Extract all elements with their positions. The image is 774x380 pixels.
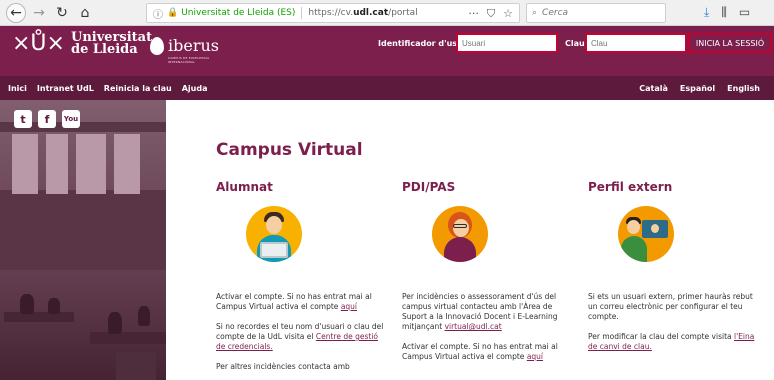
alumnat-other-text: Per altres incidències contacta amb [216, 362, 350, 371]
iberus-drop-icon [150, 36, 164, 55]
page-actions-icon[interactable]: ··· [468, 7, 479, 21]
extern-heading: Perfil extern [588, 180, 673, 194]
external-user-avatar-icon [618, 206, 674, 262]
browser-toolbar: ← → ↻ ⌂ ⓘ 🔒 Universitat de Lleida (ES) h… [0, 0, 774, 26]
nav-inici[interactable]: Inici [8, 84, 27, 93]
support-email-link[interactable]: virtual@udl.cat [445, 322, 502, 331]
pdi-pas-heading: PDI/PAS [402, 180, 456, 194]
lang-english[interactable]: English [727, 84, 760, 93]
alumnat-column: Alumnat Activar el compte. Si no has ent… [216, 180, 386, 372]
staff-avatar-icon [432, 206, 488, 262]
lock-icon: 🔒 [167, 8, 179, 18]
pocket-icon[interactable]: ⛉ [487, 7, 495, 21]
page-title: Campus Virtual [216, 140, 363, 160]
browser-search-input[interactable]: ⌕ Cerca [526, 3, 666, 23]
back-icon[interactable]: ← [6, 2, 26, 23]
info-icon[interactable]: ⓘ [153, 6, 163, 21]
bookmark-star-icon[interactable]: ☆ [503, 7, 513, 21]
url-text: https://cv.udl.cat/portal [308, 8, 418, 18]
search-icon: ⌕ [532, 8, 538, 18]
download-icon[interactable]: ⤓ [704, 5, 709, 20]
url-bar[interactable]: ⓘ 🔒 Universitat de Lleida (ES) https://c… [146, 3, 520, 23]
nav-reset-password[interactable]: Reinicia la clau [104, 84, 172, 93]
alumnat-activate-link[interactable]: aquí [341, 302, 357, 311]
social-links: t f You [14, 110, 80, 128]
reload-icon[interactable]: ↻ [52, 3, 72, 23]
pdi-activate-link[interactable]: aquí [527, 352, 543, 361]
facebook-icon[interactable]: f [38, 110, 56, 128]
forward-icon[interactable]: → [29, 3, 49, 23]
sidebar-icon[interactable]: ▭ [739, 5, 750, 20]
lang-catala[interactable]: Català [639, 84, 668, 93]
login-button[interactable]: INICIA LA SESSIÓ [688, 33, 772, 53]
alumnat-credentials-text: Si no recordes el teu nom d'usuari o cla… [216, 322, 384, 351]
iberus-logo[interactable]: iberus CAMPUS DE EXCELENCIA INTERNACIONA… [150, 36, 219, 64]
home-icon[interactable]: ⌂ [75, 3, 95, 23]
campus-photo [0, 100, 166, 380]
lang-espanol[interactable]: Español [680, 84, 715, 93]
youtube-icon[interactable]: You [62, 110, 80, 128]
udl-emblem-icon: ×Ů× [12, 31, 65, 56]
twitter-icon[interactable]: t [14, 110, 32, 128]
pdi-support-text: Per incidències o assessorament d'ús del… [402, 292, 558, 331]
alumnat-heading: Alumnat [216, 180, 273, 194]
main-nav: Inici Intranet UdL Reinicia la clau Ajud… [0, 76, 774, 100]
url-organization: Universitat de Lleida (ES) [181, 8, 296, 18]
pdi-activate-text: Activar el compte. Si no has entrat mai … [402, 342, 558, 361]
nav-intranet[interactable]: Intranet UdL [37, 84, 94, 93]
alumnat-activate-text: Activar el compte. Si no has entrat mai … [216, 292, 372, 311]
student-avatar-icon [246, 206, 302, 262]
pdi-pas-column: PDI/PAS Per incidències o assessorament … [402, 180, 572, 362]
extern-info-text: Si ets un usuari extern, primer hauràs r… [588, 292, 753, 321]
password-input[interactable] [585, 33, 687, 53]
nav-help[interactable]: Ajuda [182, 84, 208, 93]
extern-password-text: Per modificar la clau del compte visita … [588, 332, 755, 351]
extern-column: Perfil extern Si ets un usuari extern, p… [588, 180, 758, 352]
user-input[interactable] [456, 33, 558, 53]
udl-logo[interactable]: ×Ů× Universitat de Lleida [12, 31, 152, 56]
library-icon[interactable]: ⫼ [721, 5, 727, 20]
